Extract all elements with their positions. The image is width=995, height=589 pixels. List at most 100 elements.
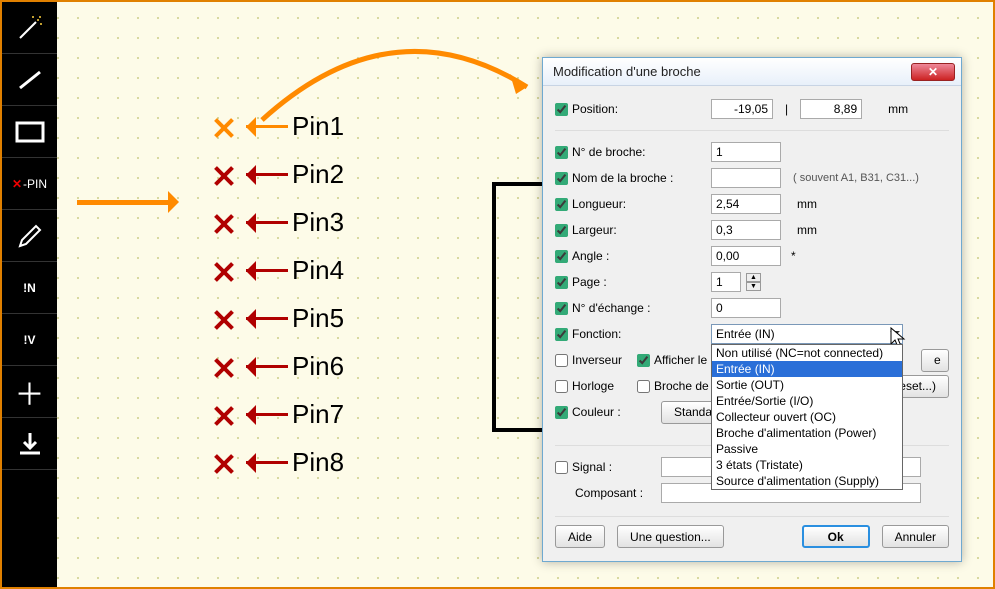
pin-row[interactable]: Pin1	[212, 102, 344, 150]
clock-label[interactable]: Horloge	[555, 379, 631, 393]
pin-name-hint: ( souvent A1, B31, C31...)	[793, 172, 919, 184]
function-option[interactable]: Entrée/Sortie (I/O)	[712, 393, 902, 409]
page-checkbox[interactable]	[555, 276, 568, 289]
page-label[interactable]: Page :	[555, 275, 705, 289]
dialog-title: Modification d'une broche	[553, 64, 701, 79]
page-input[interactable]	[711, 272, 741, 292]
function-selected: Entrée (IN)	[716, 327, 775, 341]
pin-row[interactable]: Pin5	[212, 294, 344, 342]
dialog-titlebar[interactable]: Modification d'une broche ✕	[543, 58, 961, 86]
pin-arrow-icon	[236, 162, 288, 186]
pin-label: Pin6	[292, 351, 344, 382]
function-option[interactable]: Source d'alimentation (Supply)	[712, 473, 902, 489]
position-unit: mm	[888, 102, 908, 116]
pin-row[interactable]: Pin7	[212, 390, 344, 438]
width-checkbox[interactable]	[555, 224, 568, 237]
angle-input[interactable]	[711, 246, 781, 266]
position-x-input[interactable]	[711, 99, 773, 119]
pin-list: Pin1 Pin2 Pin3 Pin4 Pin5 Pin6 Pin7 Pin8	[212, 102, 344, 486]
pin-number-input[interactable]	[711, 142, 781, 162]
function-option[interactable]: Non utilisé (NC=not connected)	[712, 345, 902, 361]
function-option[interactable]: Entrée (IN)	[712, 361, 902, 377]
tool-in[interactable]: !N	[2, 262, 57, 314]
length-input[interactable]	[711, 194, 781, 214]
exchange-checkbox[interactable]	[555, 302, 568, 315]
pin-x-icon	[212, 258, 236, 282]
tool-plus[interactable]: ＋	[2, 366, 57, 418]
color-label[interactable]: Couleur :	[555, 405, 655, 419]
pin-arrow-icon	[236, 114, 288, 138]
tool-iv[interactable]: !V	[2, 314, 57, 366]
width-label[interactable]: Largeur:	[555, 223, 705, 237]
function-checkbox[interactable]	[555, 328, 568, 341]
annotation-arrow-toolbar	[77, 200, 172, 205]
position-checkbox[interactable]	[555, 103, 568, 116]
pin-row[interactable]: Pin3	[212, 198, 344, 246]
tool-wand[interactable]	[2, 2, 57, 54]
inverter-label[interactable]: Inverseur	[555, 353, 631, 367]
tool-pencil[interactable]	[2, 210, 57, 262]
signal-checkbox[interactable]	[555, 461, 568, 474]
tool-pin[interactable]: ✕-PIN	[2, 158, 57, 210]
angle-checkbox[interactable]	[555, 250, 568, 263]
function-option[interactable]: Collecteur ouvert (OC)	[712, 409, 902, 425]
tool-rect[interactable]	[2, 106, 57, 158]
pin-row[interactable]: Pin4	[212, 246, 344, 294]
pin-label: Pin2	[292, 159, 344, 190]
function-option[interactable]: Sortie (OUT)	[712, 377, 902, 393]
chevron-down-icon[interactable]: ▼	[746, 282, 761, 291]
exchange-label[interactable]: N° d'échange :	[555, 301, 705, 315]
function-dropdown-list: Non utilisé (NC=not connected) Entrée (I…	[711, 344, 903, 490]
position-y-input[interactable]	[800, 99, 862, 119]
function-option[interactable]: Passive	[712, 441, 902, 457]
tool-line[interactable]	[2, 54, 57, 106]
pin-label: Pin8	[292, 447, 344, 478]
help-button[interactable]: Aide	[555, 525, 605, 548]
pin-arrow-icon	[236, 210, 288, 234]
position-label[interactable]: Position:	[555, 102, 705, 116]
pin-name-input[interactable]	[711, 168, 781, 188]
pin-arrow-icon	[236, 402, 288, 426]
question-button[interactable]: Une question...	[617, 525, 724, 548]
length-unit: mm	[797, 197, 817, 211]
pin-row[interactable]: Pin6	[212, 342, 344, 390]
rect-icon	[15, 121, 45, 143]
show-num-checkbox[interactable]	[637, 354, 650, 367]
chevron-up-icon[interactable]: ▲	[746, 273, 761, 282]
line-icon	[16, 66, 44, 94]
pin-arrow-icon	[236, 306, 288, 330]
pencil-icon	[16, 222, 44, 250]
signal-label[interactable]: Signal :	[555, 460, 655, 474]
width-input[interactable]	[711, 220, 781, 240]
color-checkbox[interactable]	[555, 406, 568, 419]
close-button[interactable]: ✕	[911, 63, 955, 81]
hidden-e-button[interactable]: e	[921, 349, 949, 372]
pin-name-checkbox[interactable]	[555, 172, 568, 185]
function-option[interactable]: 3 états (Tristate)	[712, 457, 902, 473]
toolbar: ✕-PIN !N !V ＋	[2, 2, 57, 587]
ok-button[interactable]: Ok	[802, 525, 870, 548]
pin-row[interactable]: Pin8	[212, 438, 344, 486]
ref-pin-checkbox[interactable]	[637, 380, 650, 393]
pin-x-icon: ✕	[12, 177, 22, 191]
clock-checkbox[interactable]	[555, 380, 568, 393]
pin-name-label[interactable]: Nom de la broche :	[555, 171, 705, 185]
tool-download[interactable]	[2, 418, 57, 470]
pin-number-label[interactable]: N° de broche:	[555, 145, 705, 159]
pin-x-icon	[212, 402, 236, 426]
pin-number-checkbox[interactable]	[555, 146, 568, 159]
cancel-button[interactable]: Annuler	[882, 525, 949, 548]
angle-label[interactable]: Angle :	[555, 249, 705, 263]
length-label[interactable]: Longueur:	[555, 197, 705, 211]
inverter-checkbox[interactable]	[555, 354, 568, 367]
pin-x-icon	[212, 162, 236, 186]
length-checkbox[interactable]	[555, 198, 568, 211]
pin-row[interactable]: Pin2	[212, 150, 344, 198]
exchange-input[interactable]	[711, 298, 781, 318]
pin-arrow-icon	[236, 354, 288, 378]
function-dropdown[interactable]: Entrée (IN) Non utilisé (NC=not connecte…	[711, 324, 903, 344]
page-spinner[interactable]: ▲▼	[746, 273, 761, 291]
download-icon	[17, 431, 43, 457]
function-option[interactable]: Broche d'alimentation (Power)	[712, 425, 902, 441]
function-label[interactable]: Fonction:	[555, 327, 705, 341]
